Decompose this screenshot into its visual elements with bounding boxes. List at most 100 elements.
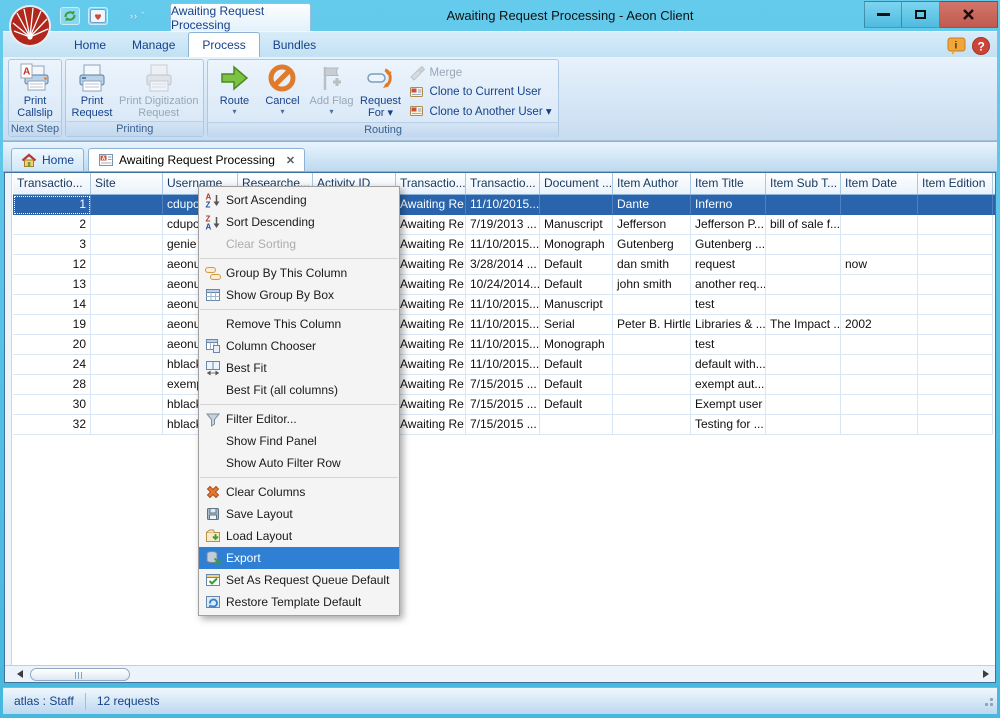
routebutton[interactable]: Route▾	[210, 61, 258, 122]
close-tab-icon[interactable]: ✕	[286, 154, 295, 167]
table-cell[interactable]: 7/15/2015 ...	[466, 415, 540, 435]
menu-item-filter-editor-[interactable]: Filter Editor...	[199, 408, 399, 430]
table-cell[interactable]	[766, 335, 841, 355]
table-cell[interactable]: 11/10/2015...	[466, 295, 540, 315]
clone-to-current-user-button[interactable]: Clone to Current User	[409, 82, 552, 101]
table-cell[interactable]: 19	[13, 315, 91, 335]
menu-item-column-chooser[interactable]: Column Chooser	[199, 335, 399, 357]
table-cell[interactable]: 24	[13, 355, 91, 375]
table-cell[interactable]: Gutenberg	[613, 235, 691, 255]
column-header[interactable]: Item Title	[691, 173, 766, 195]
table-cell[interactable]: 32	[13, 415, 91, 435]
table-cell[interactable]	[766, 235, 841, 255]
print-requestbutton[interactable]: PrintRequest	[68, 61, 116, 121]
table-cell[interactable]: Jefferson	[613, 215, 691, 235]
table-cell[interactable]	[918, 195, 993, 215]
table-cell[interactable]: Exempt user	[691, 395, 766, 415]
table-cell[interactable]	[91, 235, 163, 255]
table-cell[interactable]	[918, 275, 993, 295]
table-cell[interactable]	[613, 395, 691, 415]
table-cell[interactable]: Awaiting Re...	[396, 375, 466, 395]
minimize-button[interactable]	[864, 1, 902, 28]
scroll-left-button[interactable]	[13, 667, 27, 681]
table-row[interactable]: 30hblackAwaiting Re...7/15/2015 ...Defau…	[13, 395, 995, 415]
table-cell[interactable]: test	[691, 295, 766, 315]
table-cell[interactable]: Serial	[540, 315, 613, 335]
table-cell[interactable]	[841, 195, 918, 215]
table-cell[interactable]: bill of sale f...	[766, 215, 841, 235]
table-cell[interactable]: 28	[13, 375, 91, 395]
table-cell[interactable]	[918, 215, 993, 235]
table-cell[interactable]	[91, 315, 163, 335]
menu-item-group-by-this-column[interactable]: Group By This Column	[199, 262, 399, 284]
table-cell[interactable]	[766, 295, 841, 315]
menu-item-sort-descending[interactable]: ZASort Descending	[199, 211, 399, 233]
ribbon-tab-home[interactable]: Home	[61, 34, 119, 57]
table-cell[interactable]	[613, 295, 691, 315]
table-cell[interactable]	[91, 215, 163, 235]
favorites-icon[interactable]	[88, 7, 108, 25]
table-cell[interactable]: 20	[13, 335, 91, 355]
table-cell[interactable]	[766, 415, 841, 435]
table-row[interactable]: 32hblackAwaiting Re...7/15/2015 ...Testi…	[13, 415, 995, 435]
request-for-button[interactable]: RequestFor ▾	[357, 61, 405, 122]
menu-item-show-find-panel[interactable]: Show Find Panel	[199, 430, 399, 452]
table-cell[interactable]: 7/19/2013 ...	[466, 215, 540, 235]
column-header[interactable]: Transactio...	[466, 173, 540, 195]
table-cell[interactable]	[841, 375, 918, 395]
table-cell[interactable]: Jefferson P...	[691, 215, 766, 235]
table-cell[interactable]	[766, 355, 841, 375]
table-cell[interactable]: 11/10/2015...	[466, 235, 540, 255]
table-cell[interactable]: 2002	[841, 315, 918, 335]
column-header[interactable]: Document ...	[540, 173, 613, 195]
document-tab-awaiting-request-processing[interactable]: AAwaiting Request Processing✕	[88, 148, 305, 171]
table-cell[interactable]	[91, 275, 163, 295]
table-cell[interactable]: 12	[13, 255, 91, 275]
menu-item-restore-template-default[interactable]: Restore Template Default	[199, 591, 399, 613]
menu-item-remove-this-column[interactable]: Remove This Column	[199, 313, 399, 335]
table-cell[interactable]	[91, 255, 163, 275]
close-button[interactable]	[940, 1, 998, 28]
table-cell[interactable]: Monograph	[540, 235, 613, 255]
clone-to-another-user-button[interactable]: Clone to Another User ▾	[409, 101, 552, 120]
table-cell[interactable]: dan smith	[613, 255, 691, 275]
table-cell[interactable]	[766, 255, 841, 275]
column-header[interactable]: Item Sub T...	[766, 173, 841, 195]
table-cell[interactable]: Monograph	[540, 335, 613, 355]
table-cell[interactable]: 11/10/2015...	[466, 195, 540, 215]
table-cell[interactable]: Peter B. Hirtle	[613, 315, 691, 335]
table-cell[interactable]: Awaiting Re...	[396, 315, 466, 335]
table-cell[interactable]: Awaiting Re...	[396, 395, 466, 415]
menu-item-export[interactable]: Export	[199, 547, 399, 569]
table-cell[interactable]	[613, 355, 691, 375]
menu-item-show-group-by-box[interactable]: Show Group By Box	[199, 284, 399, 306]
table-cell[interactable]: Awaiting Re...	[396, 295, 466, 315]
table-cell[interactable]	[613, 415, 691, 435]
table-cell[interactable]: 11/10/2015...	[466, 315, 540, 335]
qat-overflow-icon[interactable]: ›› ˇ	[130, 11, 146, 21]
table-cell[interactable]: 2	[13, 215, 91, 235]
table-cell[interactable]	[918, 335, 993, 355]
table-cell[interactable]	[841, 395, 918, 415]
column-header[interactable]: Item Date	[841, 173, 918, 195]
table-cell[interactable]	[91, 335, 163, 355]
table-cell[interactable]: 11/10/2015...	[466, 335, 540, 355]
table-cell[interactable]: 30	[13, 395, 91, 415]
table-row[interactable]: 2cduporAwaiting Re...7/19/2013 ...Manusc…	[13, 215, 995, 235]
table-cell[interactable]: now	[841, 255, 918, 275]
table-cell[interactable]: Awaiting Re...	[396, 195, 466, 215]
table-cell[interactable]: request	[691, 255, 766, 275]
table-cell[interactable]: another req...	[691, 275, 766, 295]
table-cell[interactable]	[540, 195, 613, 215]
table-cell[interactable]: 3/28/2014 ...	[466, 255, 540, 275]
menu-item-load-layout[interactable]: Load Layout	[199, 525, 399, 547]
table-cell[interactable]: Default	[540, 375, 613, 395]
maximize-button[interactable]	[902, 1, 940, 28]
menu-item-sort-ascending[interactable]: AZSort Ascending	[199, 189, 399, 211]
resize-grip-icon[interactable]	[982, 695, 994, 707]
ribbon-tab-process[interactable]: Process	[188, 32, 259, 57]
table-cell[interactable]: Awaiting Re...	[396, 275, 466, 295]
table-cell[interactable]	[841, 415, 918, 435]
table-cell[interactable]: Awaiting Re...	[396, 415, 466, 435]
table-cell[interactable]: 13	[13, 275, 91, 295]
